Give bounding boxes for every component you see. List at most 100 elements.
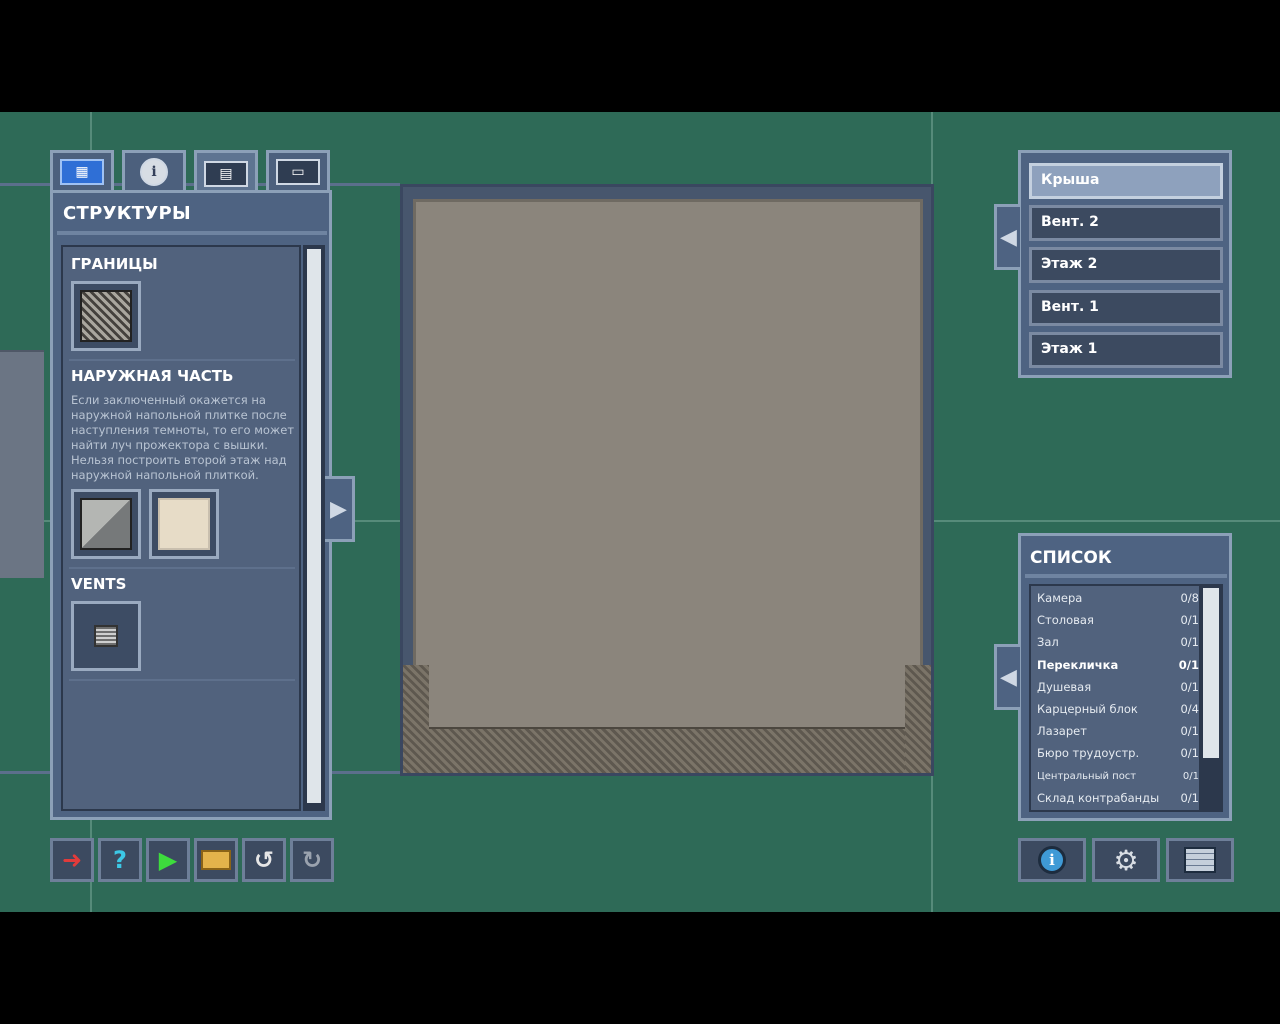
- list-item-name: Душевая: [1037, 680, 1092, 694]
- list-item-count: 0/1: [1178, 658, 1199, 672]
- section-heading-outdoor: НАРУЖНАЯ ЧАСТЬ: [71, 367, 234, 385]
- collapse-panel-button[interactable]: ▶: [325, 476, 355, 542]
- list-item[interactable]: Столовая 0/1: [1037, 610, 1199, 630]
- section-divider: [69, 359, 295, 361]
- play-icon: ▶: [158, 846, 178, 874]
- help-icon: ?: [113, 846, 127, 874]
- structures-panel: СТРУКТУРЫ ГРАНИЦЫ НАРУЖНАЯ ЧАСТЬ Если за…: [50, 190, 332, 820]
- list-title: СПИСОК: [1030, 548, 1112, 568]
- redo-icon: ↻: [301, 846, 323, 874]
- scrollbar-thumb[interactable]: [307, 249, 321, 803]
- section-heading-vents: VENTS: [71, 575, 127, 593]
- vent-icon: [94, 625, 118, 647]
- list-item-name: Склад контрабанды: [1037, 791, 1160, 805]
- list-item[interactable]: Карцерный блок 0/4: [1037, 699, 1199, 719]
- outdoor-wall-tile[interactable]: [71, 489, 141, 559]
- list-item-name: Бюро трудоустр.: [1037, 746, 1140, 760]
- fence-left: [403, 665, 429, 773]
- floor-roof[interactable]: Крыша: [1029, 163, 1223, 199]
- list-item[interactable]: Центральный пост 0/1: [1037, 766, 1199, 786]
- building-edge: [0, 350, 44, 578]
- list-item[interactable]: Душевая 0/1: [1037, 677, 1199, 697]
- undo-icon: ↺: [253, 846, 275, 874]
- section-divider: [69, 567, 295, 569]
- settings-button[interactable]: ⚙: [1092, 838, 1160, 882]
- info-button[interactable]: i: [1018, 838, 1086, 882]
- list-item-name: Карцерный блок: [1037, 702, 1138, 716]
- floor-vent-1[interactable]: Вент. 1: [1029, 290, 1223, 326]
- play-button[interactable]: ▶: [146, 838, 190, 882]
- build-area[interactable]: [400, 184, 934, 776]
- scrollbar[interactable]: [303, 245, 325, 811]
- chevron-right-icon: ▶: [330, 496, 347, 522]
- outdoor-floor-icon: [158, 498, 210, 550]
- list-item[interactable]: Бюро трудоустр. 0/1: [1037, 743, 1199, 763]
- letterbox-top: [0, 0, 1280, 112]
- list-item-count: 0/1: [1180, 791, 1199, 805]
- list-item-name: Перекличка: [1037, 658, 1119, 672]
- list-item-name: Центральный пост: [1037, 770, 1137, 782]
- grid-button[interactable]: [1166, 838, 1234, 882]
- list-item-count: 0/8: [1180, 591, 1199, 605]
- chevron-left-icon: ◀: [1000, 664, 1017, 690]
- redo-button[interactable]: ↻: [290, 838, 334, 882]
- list-item-count: 0/1: [1180, 680, 1199, 694]
- panel-tabs: ▦ i ▤ ▭: [50, 150, 330, 194]
- list-item-name: Лазарет: [1037, 724, 1087, 738]
- fence-right: [905, 665, 931, 773]
- fence-tile[interactable]: [71, 281, 141, 351]
- list-item[interactable]: Склад контрабанды 0/1: [1037, 788, 1199, 808]
- list-item[interactable]: Перекличка 0/1: [1037, 655, 1199, 675]
- list-scrollbar-thumb[interactable]: [1203, 588, 1219, 758]
- list-item[interactable]: Камера 0/8: [1037, 588, 1199, 608]
- fence-icon: [80, 290, 132, 342]
- tab-structures[interactable]: ▤: [194, 150, 258, 194]
- folder-icon: [201, 850, 231, 870]
- outdoor-floor-tile[interactable]: [149, 489, 219, 559]
- list-item-name: Зал: [1037, 635, 1059, 649]
- floor-1[interactable]: Этаж 1: [1029, 332, 1223, 368]
- requirements-list-panel: СПИСОК Камера 0/8 Столовая 0/1 Зал 0/1 Пере…: [1018, 533, 1232, 821]
- section-heading-borders: ГРАНИЦЫ: [71, 255, 158, 273]
- list-panel-toggle[interactable]: ◀: [994, 644, 1020, 710]
- structures-icon: ▤: [204, 160, 248, 187]
- floor-2[interactable]: Этаж 2: [1029, 247, 1223, 283]
- requirements-list: Камера 0/8 Столовая 0/1 Зал 0/1 Перекличка 0…: [1029, 584, 1201, 812]
- outdoor-wall-icon: [80, 498, 132, 550]
- chevron-left-icon: ◀: [1000, 224, 1017, 250]
- list-item-count: 0/1: [1180, 635, 1199, 649]
- title-divider: [57, 231, 327, 235]
- exit-button[interactable]: ➜: [50, 838, 94, 882]
- list-item-count: 0/1: [1180, 746, 1199, 760]
- fence-bottom: [403, 727, 931, 773]
- bottom-toolbar: ➜ ? ▶ ↺ ↻: [50, 838, 334, 882]
- section-divider: [69, 679, 295, 681]
- list-item-count: 0/1: [1180, 613, 1199, 627]
- floor-selector: Крыша Вент. 2 Этаж 2 Вент. 1 Этаж 1: [1018, 150, 1232, 378]
- tab-objects[interactable]: ▭: [266, 150, 330, 190]
- list-item-count: 0/4: [1180, 702, 1199, 716]
- letterbox-bottom: [0, 912, 1280, 1024]
- floor-tiles[interactable]: [413, 199, 923, 765]
- vent-tile[interactable]: [71, 601, 141, 671]
- floor-vent-2[interactable]: Вент. 2: [1029, 205, 1223, 241]
- list-item-count: 0/1: [1180, 724, 1199, 738]
- list-item[interactable]: Лазарет 0/1: [1037, 721, 1199, 741]
- open-button[interactable]: [194, 838, 238, 882]
- undo-button[interactable]: ↺: [242, 838, 286, 882]
- info-pencil-icon: i: [140, 157, 168, 186]
- tab-blueprint[interactable]: ▦: [50, 150, 114, 190]
- list-scrollbar[interactable]: [1201, 584, 1223, 812]
- info-icon: i: [1038, 846, 1066, 874]
- help-button[interactable]: ?: [98, 838, 142, 882]
- bottom-right-toolbar: i ⚙: [1018, 838, 1234, 882]
- structures-list: ГРАНИЦЫ НАРУЖНАЯ ЧАСТЬ Если заключенный …: [61, 245, 301, 811]
- list-item-name: Камера: [1037, 591, 1083, 605]
- blueprint-icon: ▦: [60, 158, 104, 185]
- tab-info[interactable]: i: [122, 150, 186, 190]
- section-description: Если заключенный окажется на наружной на…: [71, 393, 295, 482]
- objects-icon: ▭: [276, 158, 320, 185]
- title-divider: [1025, 574, 1227, 578]
- floor-panel-toggle[interactable]: ◀: [994, 204, 1020, 270]
- list-item[interactable]: Зал 0/1: [1037, 632, 1199, 652]
